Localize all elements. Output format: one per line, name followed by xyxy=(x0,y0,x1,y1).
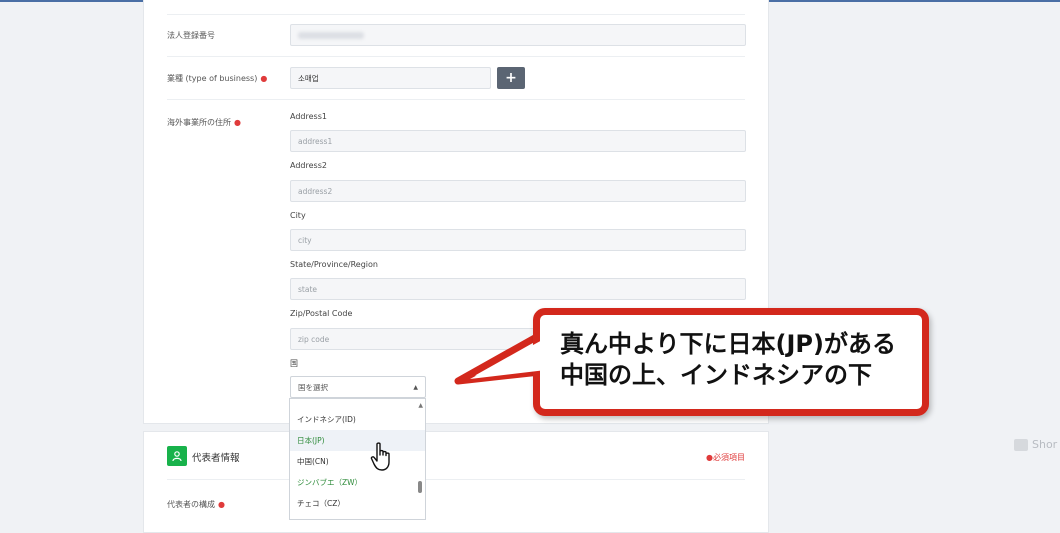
callout-line-1: 真ん中より下に日本(JP)がある xyxy=(560,330,896,358)
shorts-watermark: Shor xyxy=(1014,438,1057,451)
callout-annotation: 真ん中より下に日本(JP)がある 中国の上、インドネシアの下 xyxy=(533,308,929,416)
callout-tail xyxy=(454,331,544,385)
callout-line-2: 中国の上、インドネシアの下 xyxy=(560,361,872,389)
shorts-watermark-text: Shor xyxy=(1032,438,1058,451)
shorts-logo-icon xyxy=(1014,438,1028,451)
